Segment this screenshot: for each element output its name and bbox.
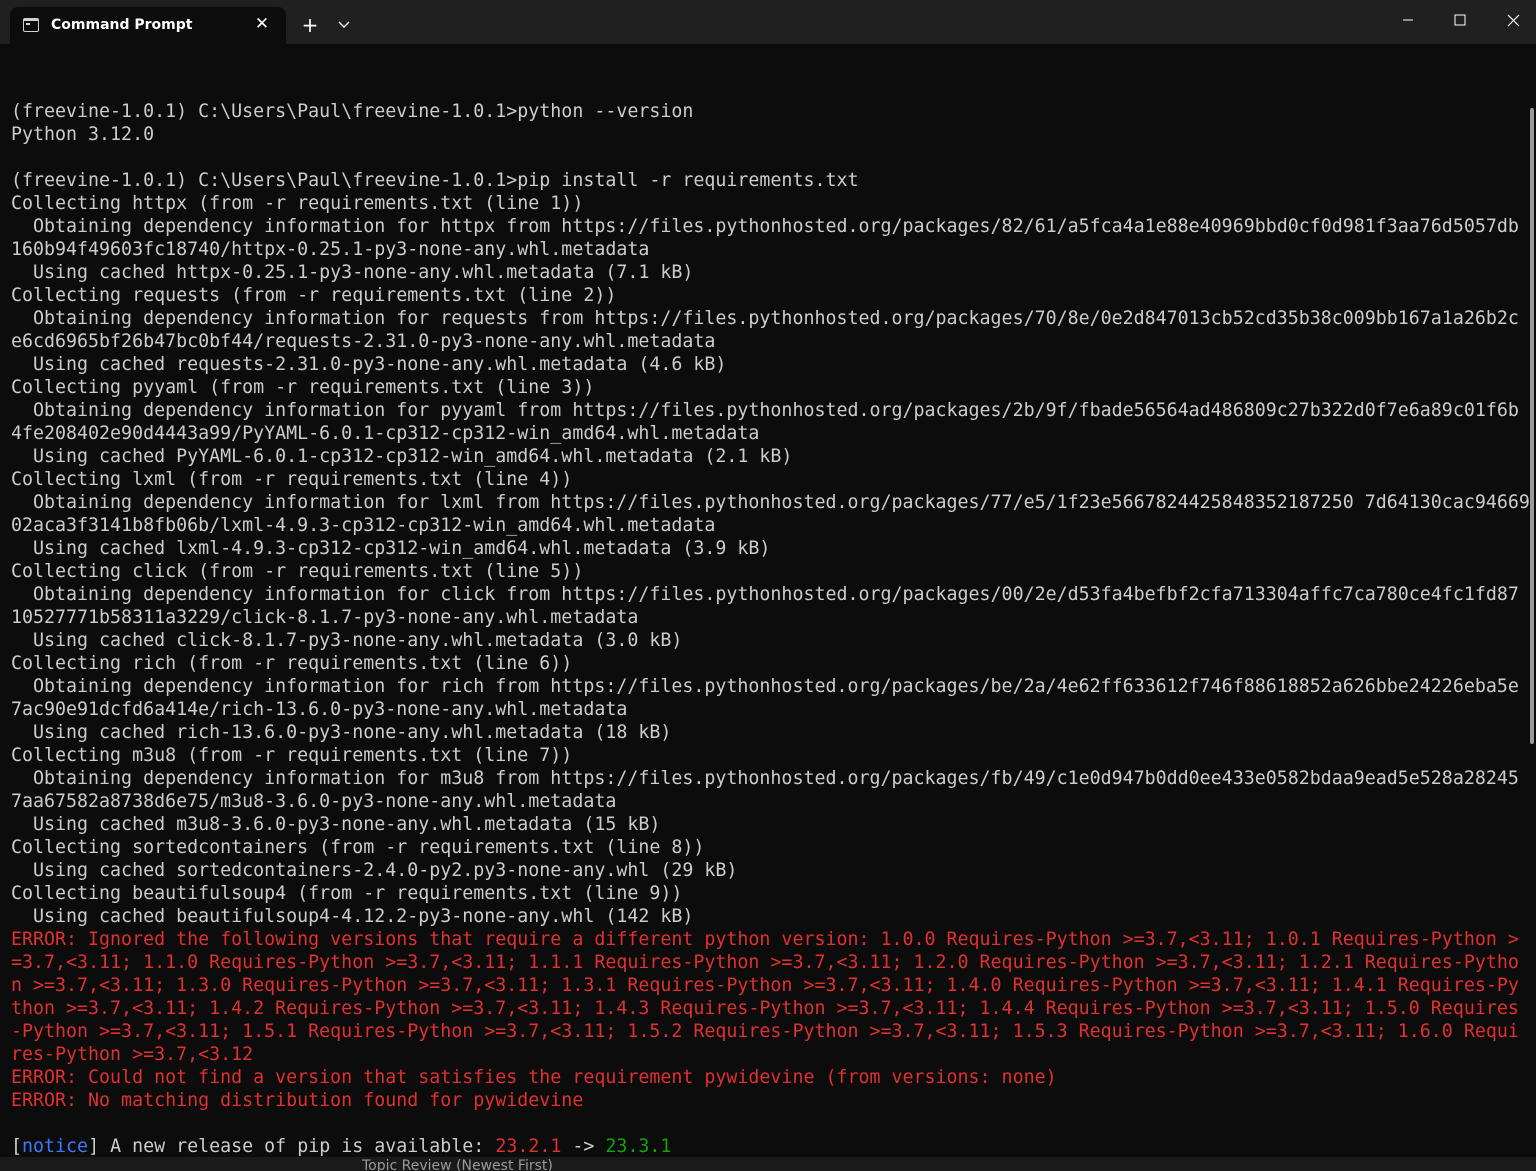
notice-message: A new release of pip is available: [99, 1136, 496, 1157]
background-window-text: Topic Review (Newest First) [362, 1158, 553, 1171]
terminal-line: e6cd6965bf26b47bc0bf44/requests-2.31.0-p… [11, 331, 716, 352]
terminal-error-line: ERROR: Ignored the following versions th… [11, 929, 1519, 950]
terminal-line: Using cached m3u8-3.6.0-py3-none-any.whl… [11, 814, 661, 835]
new-tab-button[interactable]: + [297, 12, 323, 38]
terminal-line: Obtaining dependency information for ric… [11, 676, 1519, 697]
terminal-line: Collecting rich (from -r requirements.tx… [11, 653, 573, 674]
terminal-line: Collecting pyyaml (from -r requirements.… [11, 377, 595, 398]
notice-arrow: -> [561, 1136, 606, 1157]
terminal-line: Using cached requests-2.31.0-py3-none-an… [11, 354, 727, 375]
terminal-line: Obtaining dependency information for cli… [11, 584, 1519, 605]
terminal-error-line: res-Python >=3.7,<3.12 [11, 1044, 254, 1065]
terminal-line: Collecting click (from -r requirements.t… [11, 561, 584, 582]
terminal-line: 7ac90e91dcfd6a414e/rich-13.6.0-py3-none-… [11, 699, 628, 720]
minimize-button[interactable] [1382, 0, 1434, 40]
terminal-line: Using cached PyYAML-6.0.1-cp312-cp312-wi… [11, 446, 793, 467]
close-window-button[interactable] [1487, 0, 1536, 40]
terminal-line: Using cached sortedcontainers-2.4.0-py2.… [11, 860, 738, 881]
terminal-line: (freevine-1.0.1) C:\Users\Paul\freevine-… [11, 170, 859, 191]
terminal-line: Obtaining dependency information for pyy… [11, 400, 1519, 421]
terminal-line: Collecting lxml (from -r requirements.tx… [11, 469, 573, 490]
terminal-line: Python 3.12.0 [11, 124, 155, 145]
terminal-line: (freevine-1.0.1) C:\Users\Paul\freevine-… [11, 101, 694, 122]
terminal-line: Collecting sortedcontainers (from -r req… [11, 837, 705, 858]
terminal-line: Obtaining dependency information for m3u… [11, 768, 1519, 789]
terminal-line: Obtaining dependency information for lxm… [11, 492, 1530, 513]
terminal-line: Collecting requests (from -r requirement… [11, 285, 617, 306]
tab-command-prompt[interactable]: Command Prompt ✕ [10, 7, 286, 44]
terminal-line: Collecting beautifulsoup4 (from -r requi… [11, 883, 683, 904]
chevron-down-icon[interactable] [333, 14, 355, 36]
notice-label: notice [22, 1136, 89, 1157]
terminal-line: 160b94f49603fc18740/httpx-0.25.1-py3-non… [11, 239, 650, 260]
terminal-output[interactable]: (freevine-1.0.1) C:\Users\Paul\freevine-… [0, 44, 1536, 1157]
notice-close-bracket: ] [88, 1136, 100, 1157]
pip-old-version: 23.2.1 [495, 1136, 562, 1157]
terminal-line: Collecting httpx (from -r requirements.t… [11, 193, 584, 214]
maximize-button[interactable] [1434, 0, 1486, 40]
terminal-error-line: -Python >=3.7,<3.11; 1.5.1 Requires-Pyth… [11, 1021, 1519, 1042]
notice-open-bracket: [ [11, 1136, 23, 1157]
terminal-line: Using cached click-8.1.7-py3-none-any.wh… [11, 630, 683, 651]
tab-title: Command Prompt [51, 17, 193, 33]
maximize-icon [1454, 14, 1466, 26]
terminal-error-line: ERROR: Could not find a version that sat… [11, 1067, 1057, 1088]
close-tab-button[interactable]: ✕ [252, 13, 272, 35]
terminal-line: Obtaining dependency information for htt… [11, 216, 1519, 237]
terminal-line: Using cached rich-13.6.0-py3-none-any.wh… [11, 722, 672, 743]
pip-new-version: 23.3.1 [605, 1136, 672, 1157]
terminal-line: 7aa67582a8738d6e75/m3u8-3.6.0-py3-none-a… [11, 791, 617, 812]
terminal-line: Collecting m3u8 (from -r requirements.tx… [11, 745, 573, 766]
terminal-line: 4fe208402e90d4443a99/PyYAML-6.0.1-cp312-… [11, 423, 760, 444]
title-bar: Command Prompt ✕ + [0, 0, 1536, 44]
terminal-lines: (freevine-1.0.1) C:\Users\Paul\freevine-… [11, 77, 1530, 1158]
terminal-line: Using cached lxml-4.9.3-cp312-cp312-win_… [11, 538, 771, 559]
close-icon [1507, 14, 1520, 27]
terminal-error-line: =3.7,<3.11; 1.1.0 Requires-Python >=3.7,… [11, 952, 1519, 973]
terminal-error-line: ERROR: No matching distribution found fo… [11, 1090, 584, 1111]
terminal-error-line: n >=3.7,<3.11; 1.3.0 Requires-Python >=3… [11, 975, 1519, 996]
terminal-line: Obtaining dependency information for req… [11, 308, 1519, 329]
terminal-line: Using cached beautifulsoup4-4.12.2-py3-n… [11, 906, 694, 927]
terminal-line: Using cached httpx-0.25.1-py3-none-any.w… [11, 262, 694, 283]
scrollbar[interactable] [1530, 108, 1534, 744]
minimize-icon [1403, 19, 1413, 21]
background-window: Topic Review (Newest First) [0, 1157, 1536, 1171]
pip-notice-line: [notice] A new release of pip is availab… [11, 1135, 1530, 1158]
terminal-line: 10527771b58311a3229/click-8.1.7-py3-none… [11, 607, 639, 628]
terminal-line: 02aca3f3141b8fb06b/lxml-4.9.3-cp312-cp31… [11, 515, 716, 536]
terminal-error-line: thon >=3.7,<3.11; 1.4.2 Requires-Python … [11, 998, 1519, 1019]
cmd-icon [23, 18, 39, 32]
